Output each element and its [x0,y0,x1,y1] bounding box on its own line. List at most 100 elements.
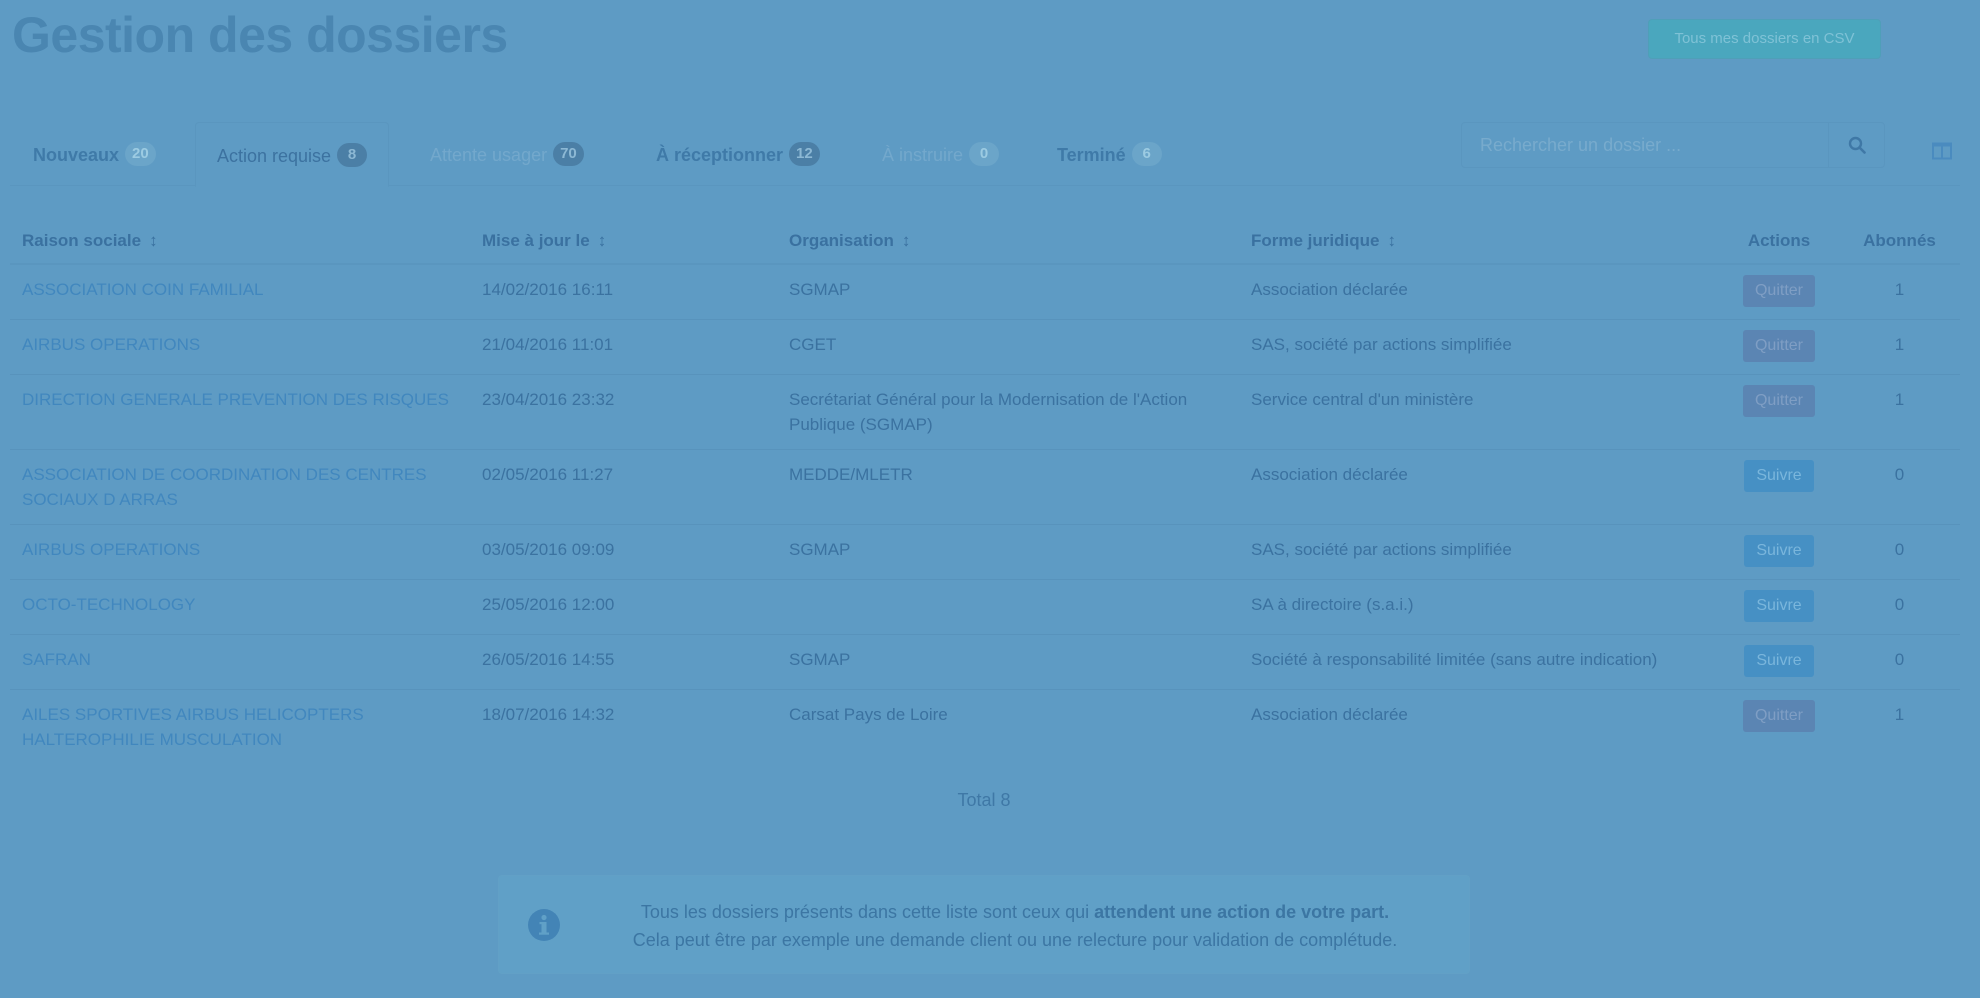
tab-action-requise[interactable]: Action requise 8 [195,122,390,187]
info-box: Tous les dossiers présents dans cette li… [498,875,1470,974]
organisation-cell: CGET [777,319,1239,375]
tab-count-badge: 8 [337,143,368,168]
search-input[interactable] [1462,123,1828,167]
dossier-link[interactable]: DIRECTION GENERALE PREVENTION DES RISQUE… [22,390,449,409]
tab-a-instruire[interactable]: À instruire 0 [882,122,1000,186]
quitter-button[interactable]: Quitter [1742,385,1815,417]
table-row: ASSOCIATION DE COORDINATION DES CENTRES … [10,449,1960,525]
table-row: AILES SPORTIVES AIRBUS HELICOPTERS HALTE… [10,689,1960,764]
organisation-cell: MEDDE/MLETR [777,449,1239,525]
suivre-button[interactable]: Suivre [1744,460,1814,492]
dossiers-table: Raison sociale ↕ Mise à jour le ↕ Organisa… [10,218,1960,764]
organisation-cell: Secrétariat Général pour la Modernisatio… [777,374,1239,450]
forme-juridique-cell: SAS, société par actions simplifiée [1239,524,1719,580]
suivre-button[interactable]: Suivre [1744,590,1814,622]
sort-icon[interactable]: ↕ [149,231,158,250]
tab-label: Attente usager [430,145,548,165]
sort-icon[interactable]: ↕ [1387,231,1396,250]
abonnes-cell: 1 [1839,319,1960,375]
organisation-cell: Carsat Pays de Loire [777,689,1239,764]
tab-nouveaux[interactable]: Nouveaux 20 [33,122,156,186]
date-cell: 26/05/2016 14:55 [470,634,777,690]
tab-count-badge: 20 [125,142,156,167]
abonnes-cell: 1 [1839,689,1960,764]
search-button[interactable] [1828,123,1884,167]
header-actions: Actions [1719,218,1839,265]
forme-juridique-cell: Association déclarée [1239,689,1719,764]
quitter-button[interactable]: Quitter [1742,275,1815,307]
dossier-link[interactable]: OCTO-TECHNOLOGY [22,595,195,614]
header-forme-juridique[interactable]: Forme juridique ↕ [1239,218,1719,265]
dossier-link[interactable]: SAFRAN [22,650,91,669]
abonnes-cell: 1 [1839,263,1960,320]
header-organisation[interactable]: Organisation ↕ [777,218,1239,265]
date-cell: 03/05/2016 09:09 [470,524,777,580]
info-text-bold: attendent une action de votre part. [1094,902,1390,922]
header-raison-sociale[interactable]: Raison sociale ↕ [10,218,470,265]
sort-icon[interactable]: ↕ [902,231,911,250]
date-cell: 14/02/2016 16:11 [470,263,777,320]
dossier-link[interactable]: AIRBUS OPERATIONS [22,540,200,559]
columns-icon[interactable] [1932,142,1952,165]
export-csv-button[interactable]: Tous mes dossiers en CSV [1648,19,1881,59]
table-row: SAFRAN 26/05/2016 14:55 SGMAP Société à … [10,634,1960,690]
total-count: Total 8 [957,790,1011,810]
abonnes-cell: 0 [1839,634,1960,690]
info-icon [528,909,560,941]
tab-label: À réceptionner [656,145,784,165]
date-cell: 02/05/2016 11:27 [470,449,777,525]
header-abonnes: Abonnés [1839,218,1960,265]
table-row: AIRBUS OPERATIONS 21/04/2016 11:01 CGET … [10,319,1960,375]
tab-count-badge: 70 [553,142,584,167]
forme-juridique-cell: Association déclarée [1239,263,1719,320]
dossier-link[interactable]: ASSOCIATION DE COORDINATION DES CENTRES … [22,465,427,509]
organisation-cell [777,579,1239,635]
info-text-before: Tous les dossiers présents dans cette li… [640,902,1095,922]
search-icon [1848,136,1866,154]
info-text-line2: Cela peut être par exemple une demande c… [632,930,1398,950]
page-title: Gestion des dossiers [12,7,508,63]
tab-label: Action requise [217,146,332,166]
dossier-link[interactable]: AILES SPORTIVES AIRBUS HELICOPTERS HALTE… [22,705,364,749]
date-cell: 23/04/2016 23:32 [470,374,777,450]
organisation-cell: SGMAP [777,524,1239,580]
quitter-button[interactable]: Quitter [1742,330,1815,362]
table-row: OCTO-TECHNOLOGY 25/05/2016 12:00 SA à di… [10,579,1960,635]
tab-count-badge: 0 [969,142,1000,167]
tab-label: À instruire [882,145,964,165]
date-cell: 21/04/2016 11:01 [470,319,777,375]
dossier-link[interactable]: AIRBUS OPERATIONS [22,335,200,354]
forme-juridique-cell: SAS, société par actions simplifiée [1239,319,1719,375]
table-header-row: Raison sociale ↕ Mise à jour le ↕ Organisa… [10,218,1960,265]
tab-a-receptionner[interactable]: À réceptionner 12 [656,122,820,186]
organisation-cell: SGMAP [777,634,1239,690]
organisation-cell: SGMAP [777,263,1239,320]
abonnes-cell: 0 [1839,449,1960,525]
info-text: Tous les dossiers présents dans cette li… [579,898,1451,954]
abonnes-cell: 0 [1839,524,1960,580]
forme-juridique-cell: Société à responsabilité limitée (sans a… [1239,634,1719,690]
suivre-button[interactable]: Suivre [1744,645,1814,677]
tab-label: Terminé [1057,145,1126,165]
forme-juridique-cell: Service central d'un ministère [1239,374,1719,450]
date-cell: 18/07/2016 14:32 [470,689,777,764]
dossier-link[interactable]: ASSOCIATION COIN FAMILIAL [22,280,264,299]
table-row: ASSOCIATION COIN FAMILIAL 14/02/2016 16:… [10,263,1960,320]
tab-count-badge: 12 [789,142,820,167]
abonnes-cell: 1 [1839,374,1960,450]
forme-juridique-cell: SA à directoire (s.a.i.) [1239,579,1719,635]
tab-count-badge: 6 [1131,142,1162,167]
header-mise-a-jour[interactable]: Mise à jour le ↕ [470,218,777,265]
sort-icon[interactable]: ↕ [598,231,607,250]
forme-juridique-cell: Association déclarée [1239,449,1719,525]
quitter-button[interactable]: Quitter [1742,700,1815,732]
tab-label: Nouveaux [33,145,120,165]
date-cell: 25/05/2016 12:00 [470,579,777,635]
table-row: DIRECTION GENERALE PREVENTION DES RISQUE… [10,374,1960,450]
suivre-button[interactable]: Suivre [1744,535,1814,567]
tab-attente-usager[interactable]: Attente usager 70 [430,122,584,186]
tab-termine[interactable]: Terminé 6 [1057,122,1162,186]
search-box [1461,122,1885,168]
table-row: AIRBUS OPERATIONS 03/05/2016 09:09 SGMAP… [10,524,1960,580]
abonnes-cell: 0 [1839,579,1960,635]
